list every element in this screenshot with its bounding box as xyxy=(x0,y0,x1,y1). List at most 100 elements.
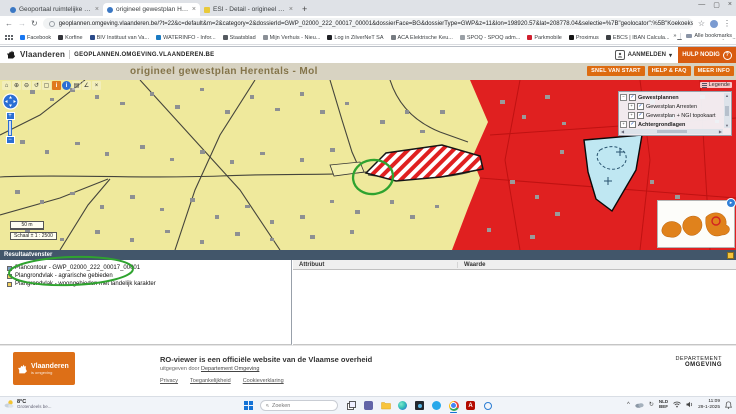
task-view-icon[interactable] xyxy=(346,400,357,411)
bookmarks-overflow-icon[interactable]: » xyxy=(673,33,676,39)
close-icon[interactable]: × xyxy=(728,1,732,9)
zoom-window-icon[interactable]: ▢ xyxy=(42,81,51,90)
zoom-out-icon[interactable]: ⊖ xyxy=(22,81,31,90)
zoom-out-button[interactable]: − xyxy=(6,136,15,144)
reload-icon[interactable]: ↻ xyxy=(31,20,38,28)
ring-app-icon[interactable] xyxy=(482,400,493,411)
map-viewport[interactable]: ⌂ ⊕ ⊖ ↺ ▢ i i ▤ ∠ × + − xyxy=(0,80,736,250)
start-button[interactable] xyxy=(244,401,253,410)
apps-grid-icon[interactable] xyxy=(5,35,13,40)
result-item-agrarisch[interactable]: Plangrondvlak - agrarische gebieden xyxy=(0,272,291,280)
result-item-woongebied[interactable]: Plangrondvlak - woongebieden met landeli… xyxy=(0,280,291,288)
chrome-icon[interactable] xyxy=(448,400,459,411)
profile-avatar[interactable] xyxy=(710,20,718,28)
zoom-track[interactable] xyxy=(8,120,12,136)
taskbar-search[interactable] xyxy=(260,400,338,411)
bookmark-item[interactable]: SPOQ - SPOQ adm... xyxy=(460,35,521,41)
brand-block[interactable]: Vlaanderen GEOPLANNEN.OMGEVING.VLAANDERE… xyxy=(6,49,214,60)
bookmark-item[interactable]: Korfine xyxy=(58,35,82,41)
bookmark-item[interactable]: Proximus xyxy=(569,35,599,41)
legend-item-gewestplan-arresten[interactable]: + ✓ Gewestplan Arresten xyxy=(620,102,723,111)
bookmark-item[interactable]: EBCS | IBAN Calcula... xyxy=(606,35,670,41)
measure-icon[interactable]: ∠ xyxy=(82,81,91,90)
legend-hscrollbar[interactable]: ◀▶ xyxy=(620,129,723,134)
expander-icon[interactable]: + xyxy=(628,103,635,110)
back-icon[interactable]: ← xyxy=(5,20,13,28)
all-bookmarks-button[interactable]: Alle bookmarks xyxy=(680,33,732,39)
language-indicator[interactable]: NLD BEF xyxy=(659,400,668,410)
edge-icon[interactable] xyxy=(397,400,408,411)
forward-icon[interactable]: → xyxy=(18,20,26,28)
bookmark-item[interactable]: Staatsblad xyxy=(223,35,256,41)
sync-icon[interactable]: ↻ xyxy=(649,401,654,408)
legend-toggle[interactable]: Legende xyxy=(700,82,732,88)
legend-vscrollbar[interactable]: ▲▼ xyxy=(724,93,730,128)
checkbox-checked[interactable]: ✓ xyxy=(629,94,636,101)
tab-close-icon[interactable]: × xyxy=(192,6,196,13)
inset-nav-button[interactable]: ▸ xyxy=(726,198,736,208)
cookieverklaring-link[interactable]: Cookieverklaring xyxy=(243,378,284,384)
results-header[interactable]: Resultaatvenster xyxy=(0,250,736,260)
onedrive-icon[interactable] xyxy=(635,402,644,408)
bookmark-item[interactable]: Facebook xyxy=(20,35,51,41)
checkbox-checked[interactable]: ✓ xyxy=(637,112,644,119)
meer-info-button[interactable]: MEER INFO xyxy=(694,66,734,76)
bookmark-star-icon[interactable]: ☆ xyxy=(698,20,705,28)
login-button[interactable]: AANMELDEN ▾ xyxy=(615,50,672,60)
legend-item-gewestplan-ngi[interactable]: + ✓ Gewestplan + NGI topokaart xyxy=(620,111,723,120)
search-input[interactable] xyxy=(272,403,332,409)
teams-icon[interactable] xyxy=(363,400,374,411)
column-waarde[interactable]: Waarde xyxy=(458,262,736,268)
zoom-previous-icon[interactable]: ↺ xyxy=(32,81,41,90)
clock[interactable]: 11:09 29-1-2025 xyxy=(698,399,720,410)
zoom-in-icon[interactable]: ⊕ xyxy=(12,81,21,90)
identify-tool-icon[interactable]: i xyxy=(52,81,61,90)
expander-icon[interactable]: + xyxy=(620,121,627,128)
acrobat-icon[interactable]: A xyxy=(465,400,476,411)
expander-icon[interactable]: + xyxy=(628,112,635,119)
bookmark-item[interactable]: Mijn Verhuis - Nieu... xyxy=(263,35,321,41)
file-explorer-icon[interactable] xyxy=(380,400,391,411)
checkbox-checked[interactable]: ✓ xyxy=(637,103,644,110)
help-faq-button[interactable]: HELP & FAQ xyxy=(648,66,691,76)
clear-selection-icon[interactable]: × xyxy=(92,81,101,90)
notification-bell-icon[interactable] xyxy=(725,401,732,409)
wifi-icon[interactable] xyxy=(673,401,681,408)
column-attribuut[interactable]: Attribuut xyxy=(293,262,458,268)
new-tab-button[interactable]: + xyxy=(302,4,307,14)
legend-item-gewestplannen[interactable]: − ✓ Gewestplannen xyxy=(620,93,723,102)
volume-icon[interactable] xyxy=(686,401,693,408)
privacy-link[interactable]: Privacy xyxy=(160,378,178,384)
info-icon[interactable]: i xyxy=(62,81,71,90)
tab-esi-detail[interactable]: ESI - Detail - origineel gewest... × xyxy=(200,3,297,16)
photos-icon[interactable] xyxy=(414,400,425,411)
tab-close-icon[interactable]: × xyxy=(95,6,99,13)
legend-item-achtergrondlagen[interactable]: + ✓ Achtergrondlagen xyxy=(620,120,723,128)
bookmark-item[interactable]: Log in ZilverNeT SA xyxy=(327,35,383,41)
site-info-icon[interactable] xyxy=(49,21,55,27)
bookmark-item[interactable]: WATERINFO - Infor... xyxy=(156,35,216,41)
tab-geoportaal[interactable]: Geoportaal ruimtelijke planne... × xyxy=(6,3,103,16)
departement-omgeving-link[interactable]: Departement Omgeving xyxy=(201,366,259,372)
zoom-slider[interactable]: + − xyxy=(5,112,15,144)
people-icon[interactable] xyxy=(431,400,442,411)
help-needed-button[interactable]: HULP NODIG ? xyxy=(678,47,736,63)
vlaanderen-logo[interactable]: Vlaanderen is omgeving xyxy=(13,352,75,385)
expander-icon[interactable]: − xyxy=(620,94,627,101)
overview-inset-map[interactable]: ▸ xyxy=(657,200,735,248)
bookmark-item[interactable]: ACA Elektrische Keu... xyxy=(391,35,453,41)
print-icon[interactable]: ▤ xyxy=(72,81,81,90)
browser-menu-icon[interactable]: ⋮ xyxy=(723,20,731,28)
tab-gewestplan[interactable]: origineel gewestplan Herental... × xyxy=(103,3,200,16)
weather-widget[interactable]: 8°C Grotendeels be... xyxy=(4,399,52,410)
bookmark-item[interactable]: BIV Instituut van Va... xyxy=(90,35,149,41)
zoom-in-button[interactable]: + xyxy=(6,112,15,120)
chevron-up-icon[interactable]: ^ xyxy=(627,402,630,408)
bookmark-item[interactable]: Parkmobile xyxy=(527,35,562,41)
result-item-plancontour[interactable]: Plancontour - GWP_02000_222_00017_00001 xyxy=(0,264,291,272)
snel-van-start-button[interactable]: SNEL VAN START xyxy=(587,66,645,76)
tab-close-icon[interactable]: × xyxy=(289,6,293,13)
toegankelijkheid-link[interactable]: Toegankelijkheid xyxy=(190,378,231,384)
zoom-extent-icon[interactable]: ⌂ xyxy=(2,81,11,90)
panel-collapse-button[interactable] xyxy=(727,252,734,259)
